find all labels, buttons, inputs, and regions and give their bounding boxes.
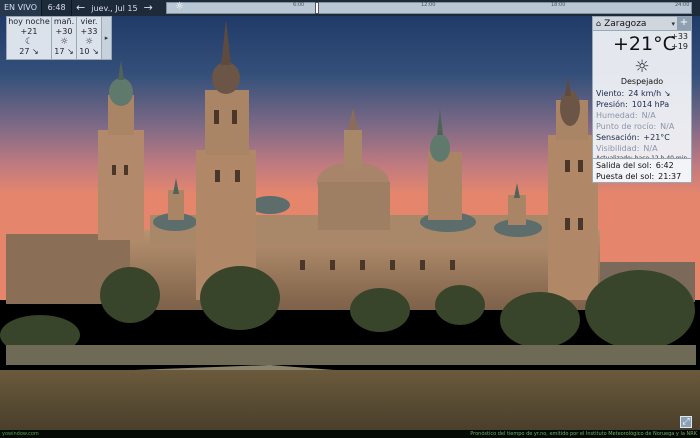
forecast-strip: hoy noche +21 ☾ 27 ↘ mañ. +30 ☼ 17 ↘ vie… [6, 16, 112, 60]
detail-value: N/A [643, 144, 658, 153]
detail-value: 1014 hPa [631, 100, 670, 109]
weather-description: Despejado [620, 77, 664, 86]
humidity-row: Humedad: N/A [593, 110, 691, 121]
forecast-credit[interactable]: Pronóstico del tiempo de yr.no, emitido … [470, 430, 697, 438]
detail-value: 24 km/h ↘ [628, 89, 671, 98]
high-low: +33 +19 [671, 32, 688, 52]
forecast-tonight[interactable]: hoy noche +21 ☾ 27 ↘ [7, 17, 52, 59]
detail-label: Punto de rocío: [596, 122, 657, 131]
high-temp: +33 [671, 32, 688, 41]
sunrise-row: Salida del sol: 6:42 [593, 160, 691, 171]
sunrise-time: 6:42 [655, 161, 674, 170]
time-slider[interactable]: ☼ 6:00 12:00 18:00 24:00 [166, 1, 692, 14]
sun-icon: ☼ [634, 57, 650, 77]
forecast-tomorrow[interactable]: mañ. +30 ☼ 17 ↘ [52, 17, 77, 59]
detail-label: Viento: [596, 89, 625, 98]
time-slider-thumb[interactable] [315, 2, 319, 14]
timeline-tick: 12:00 [421, 2, 436, 8]
dew-point-row: Punto de rocío: N/A [593, 121, 691, 132]
low-temp: +19 [671, 42, 688, 51]
timeline-tick: 24:00 [675, 2, 690, 8]
next-day-arrow-icon[interactable]: → [144, 0, 153, 16]
moon-icon: ☾ [24, 37, 34, 47]
forecast-temp: +21 [20, 27, 38, 36]
forecast-friday[interactable]: vier. +33 ☼ 10 ↘ [77, 17, 102, 59]
forecast-temp: +33 [80, 27, 98, 36]
forecast-day-label: vier. [80, 17, 98, 26]
forecast-wind: 10 ↘ [79, 47, 99, 56]
chevron-down-icon[interactable]: ▾ [671, 20, 675, 28]
day-navigator: ← juev., Jul 15 → [72, 0, 157, 16]
forecast-wind: 17 ↘ [54, 47, 74, 56]
timeline-tick: 6:00 [293, 2, 305, 8]
sunset-row: Puesta del sol: 21:37 [593, 171, 691, 182]
site-link[interactable]: yowindow.com [2, 430, 39, 438]
detail-label: Humedad: [596, 111, 638, 120]
wind-row: Viento: 24 km/h ↘ [593, 88, 691, 99]
city-selector[interactable]: ⌂ Zaragoza ▾ + [593, 16, 691, 31]
detail-label: Presión: [596, 100, 628, 109]
sunrise-label: Salida del sol: [596, 161, 652, 170]
sun-icon: ☼ [175, 1, 184, 12]
add-location-button[interactable]: + [677, 16, 691, 30]
current-date: juev., Jul 15 [91, 3, 138, 13]
city-name: Zaragoza [604, 18, 647, 29]
sun-icon: ☼ [59, 37, 69, 47]
top-toolbar: EN VIVO 6:48 ← juev., Jul 15 → ☼ 6:00 12… [0, 0, 700, 16]
current-temperature-row: +21°C +33 +19 [593, 31, 691, 59]
detail-value: N/A [660, 122, 675, 131]
forecast-next-icon[interactable]: ▸ [102, 17, 111, 59]
bottom-credits-bar: yowindow.com Pronóstico del tiempo de yr… [0, 430, 700, 438]
timeline-tick: 18:00 [551, 2, 566, 8]
detail-value: N/A [641, 111, 656, 120]
detail-label: Sensación: [596, 133, 640, 142]
forecast-day-label: hoy noche [8, 17, 50, 26]
forecast-wind: 27 ↘ [19, 47, 39, 56]
home-icon: ⌂ [596, 19, 602, 28]
live-button[interactable]: EN VIVO [0, 0, 43, 16]
sun-icon: ☼ [84, 37, 94, 47]
pressure-row: Presión: 1014 hPa [593, 99, 691, 110]
feels-like-row: Sensación: +21°C [593, 132, 691, 143]
prev-day-arrow-icon[interactable]: ← [76, 0, 85, 16]
sunset-label: Puesta del sol: [596, 172, 655, 181]
visibility-row: Visibilidad: N/A [593, 143, 691, 154]
detail-value: +21°C [643, 133, 670, 142]
sunset-time: 21:37 [658, 172, 682, 181]
current-temperature: +21°C [613, 33, 676, 55]
fullscreen-icon[interactable]: ⤢ [680, 416, 692, 428]
current-time: 6:48 [42, 0, 73, 16]
forecast-temp: +30 [55, 27, 73, 36]
sun-times-panel: Salida del sol: 6:42 Puesta del sol: 21:37 [592, 158, 692, 183]
forecast-day-label: mañ. [53, 17, 75, 26]
detail-label: Visibilidad: [596, 144, 640, 153]
